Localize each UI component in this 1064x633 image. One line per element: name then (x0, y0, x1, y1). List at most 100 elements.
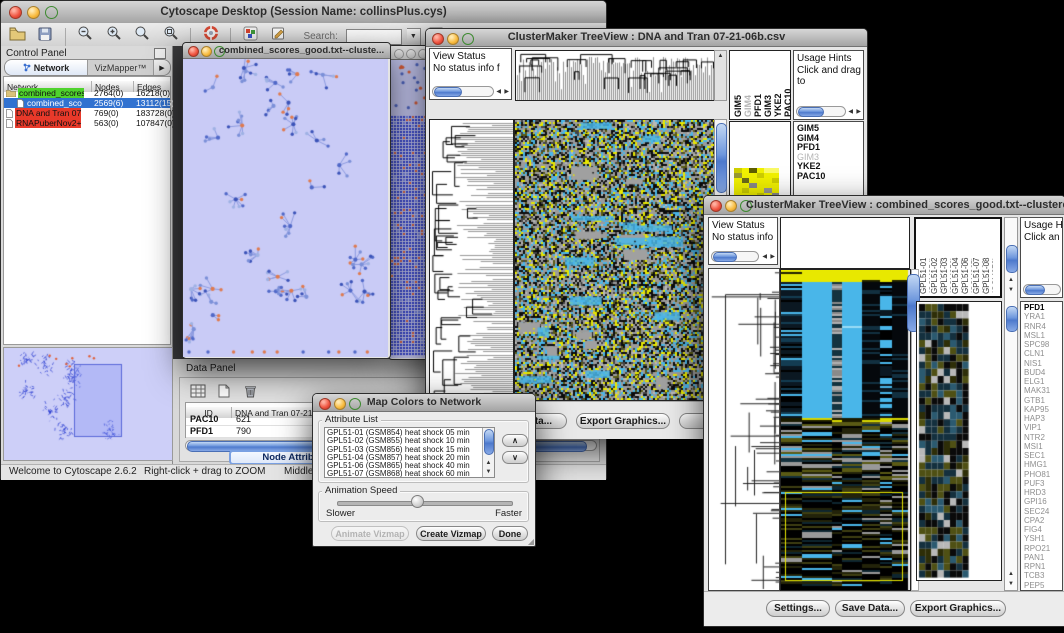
scroll-right-icon[interactable]: ▶ (770, 253, 775, 261)
create-vizmap-button[interactable]: Create Vizmap (416, 526, 486, 541)
attribute-list-item[interactable]: GPL51-01 (GSM854) heat shock 05 min (327, 429, 494, 437)
dialog-titlebar[interactable]: Map Colors to Network (313, 394, 535, 412)
settings-button[interactable]: Settings... (766, 600, 830, 617)
zoom-fit-icon[interactable] (159, 23, 183, 43)
table-mode-icon[interactable] (186, 381, 210, 401)
search-dropdown-button[interactable]: ▼ (407, 28, 421, 46)
treeview1-titlebar[interactable]: ClusterMaker TreeView : DNA and Tran 07-… (426, 29, 867, 47)
network-tree-row[interactable]: combined_scores2764(0)16218(0) (4, 88, 170, 98)
move-down-button[interactable]: ∨ (502, 451, 528, 464)
gene-label[interactable]: HRD3 (1024, 488, 1050, 497)
network-tree-row[interactable]: combined_sco2569(6)13112(15) (4, 98, 170, 108)
export-graphics-button[interactable]: Export Graphics... (576, 413, 670, 429)
gene-label[interactable]: CLN1 (1024, 349, 1050, 358)
gene-label[interactable]: GTB1 (1024, 396, 1050, 405)
scroll-down-icon[interactable]: ▼ (1005, 286, 1017, 294)
scroll-left-icon[interactable]: ◀ (848, 108, 853, 116)
annotation-icon[interactable] (267, 24, 291, 44)
tab-overflow-button[interactable]: ▶ (153, 60, 170, 75)
gene-label[interactable]: HMG1 (1024, 460, 1050, 469)
gene-label[interactable]: KAP95 (1024, 405, 1050, 414)
gene-label[interactable]: PAN1 (1024, 553, 1050, 562)
tv2-scroll-strip[interactable]: ▲ ▼ ▲ ▼ (1004, 217, 1018, 591)
network1-titlebar[interactable]: combined_scores_good.txt--cluste... (183, 43, 390, 59)
tv1-correlation-matrix[interactable] (734, 168, 779, 198)
scroll-down-icon[interactable]: ▼ (483, 468, 494, 476)
gene-label[interactable]: FIG4 (1024, 525, 1050, 534)
network-view-1[interactable] (183, 59, 388, 357)
tv2-row-dendrogram[interactable] (708, 268, 780, 591)
gene-label[interactable]: RNR4 (1024, 322, 1050, 331)
scroll-up-icon[interactable]: ▲ (1005, 276, 1017, 284)
zoom-out-icon[interactable] (73, 23, 97, 43)
scroll-right-icon[interactable]: ▶ (504, 88, 509, 96)
attribute-list-item[interactable]: GPL51-04 (GSM857) heat shock 20 min (327, 454, 494, 462)
speed-slider-track[interactable] (337, 501, 513, 506)
move-up-button[interactable]: ∧ (502, 434, 528, 447)
tv1-heatmap[interactable] (514, 119, 715, 401)
save-data-button[interactable]: Save Data... (835, 600, 905, 617)
gene-label[interactable]: RPO21 (1024, 544, 1050, 553)
zoom-in-icon[interactable] (102, 23, 126, 43)
attribute-list-item[interactable]: GPL51-07 (GSM868) heat shock 60 min (327, 470, 494, 478)
zoom-selected-icon[interactable] (130, 23, 154, 43)
gene-label[interactable]: SEC24 (1024, 507, 1050, 516)
gene-label[interactable]: MSI1 (1024, 442, 1050, 451)
scroll-right-icon[interactable]: ▶ (856, 108, 861, 116)
gene-label[interactable]: PHO81 (1024, 470, 1050, 479)
gene-label[interactable]: HAP3 (1024, 414, 1050, 423)
gene-label[interactable]: MAK31 (1024, 386, 1050, 395)
gene-label[interactable]: MSL1 (1024, 331, 1050, 340)
gene-label[interactable]: NTR2 (1024, 433, 1050, 442)
scroll-up-icon[interactable]: ▲ (483, 459, 494, 467)
gene-label[interactable]: SPC98 (1024, 340, 1050, 349)
attribute-list-item[interactable]: GPL51-06 (GSM865) heat shock 40 min (327, 462, 494, 470)
gene-label[interactable]: PFD1 (1024, 303, 1050, 312)
tv1-status-hscrollbar[interactable] (432, 86, 492, 97)
close-button[interactable] (394, 49, 404, 59)
gene-label[interactable]: BUD4 (1024, 368, 1050, 377)
scroll-up-icon[interactable]: ▲ (1005, 570, 1017, 578)
tv2-heatmap[interactable] (780, 269, 911, 591)
gene-label[interactable]: ELG1 (1024, 377, 1050, 386)
gene-label[interactable]: NIS1 (1024, 359, 1050, 368)
scroll-down-icon[interactable]: ▼ (1005, 580, 1017, 588)
gene-label[interactable]: VIP1 (1024, 423, 1050, 432)
animate-vizmap-button[interactable]: Animate Vizmap (331, 526, 409, 541)
gene-label[interactable]: CPA2 (1024, 516, 1050, 525)
delete-attribute-icon[interactable] (238, 381, 262, 401)
tv2-column-dendrogram-area[interactable] (780, 217, 910, 269)
vizmapper-icon[interactable] (239, 24, 263, 44)
gene-label[interactable]: PUF3 (1024, 479, 1050, 488)
scroll-left-icon[interactable]: ◀ (762, 253, 767, 261)
tv2-usage-hscrollbar[interactable] (1023, 284, 1059, 295)
gene-label[interactable]: YSH1 (1024, 534, 1050, 543)
minimize-button[interactable] (406, 49, 416, 59)
gene-label[interactable]: RPN1 (1024, 562, 1050, 571)
attribute-list-vscrollbar[interactable]: ▲ ▼ (482, 428, 494, 477)
attribute-list-item[interactable]: GPL51-03 (GSM856) heat shock 15 min (327, 446, 494, 454)
resize-grip[interactable]: ◢ (528, 537, 534, 546)
help-icon[interactable] (199, 23, 223, 43)
gene-label[interactable]: TCB3 (1024, 571, 1050, 580)
speed-slider-thumb[interactable] (411, 495, 424, 508)
main-titlebar[interactable]: Cytoscape Desktop (Session Name: collins… (1, 1, 606, 24)
export-graphics-button[interactable]: Export Graphics... (910, 600, 1006, 617)
gene-label[interactable]: YRA1 (1024, 312, 1050, 321)
new-attribute-icon[interactable] (212, 381, 236, 401)
tv2-gene-list[interactable]: PFD1YRA1RNR4MSL1SPC98CLN1NIS1BUD4ELG1MAK… (1020, 301, 1063, 591)
float-panel-icon[interactable] (154, 48, 166, 59)
tv1-row-dendrogram[interactable] (429, 119, 514, 401)
tv1-column-dendrogram[interactable] (515, 50, 715, 101)
tv2-status-hscrollbar[interactable] (711, 251, 757, 262)
scroll-left-icon[interactable]: ◀ (496, 88, 501, 96)
gene-label[interactable]: GPI16 (1024, 497, 1050, 506)
tv1-usage-hscrollbar[interactable] (796, 106, 844, 117)
attribute-list-item[interactable]: GPL51-02 (GSM855) heat shock 10 min (327, 437, 494, 445)
network-tree-row[interactable]: RNAPuberNov2+|563(0)107847(0) (4, 118, 170, 128)
attribute-listbox[interactable]: GPL51-01 (GSM854) heat shock 05 minGPL51… (324, 427, 495, 478)
network-tree-row[interactable]: DNA and Tran 07769(0)183728(0) (4, 108, 170, 118)
treeview2-titlebar[interactable]: ClusterMaker TreeView : combined_scores_… (704, 196, 1064, 215)
open-file-icon[interactable] (5, 24, 29, 44)
gene-label[interactable]: SEC1 (1024, 451, 1050, 460)
